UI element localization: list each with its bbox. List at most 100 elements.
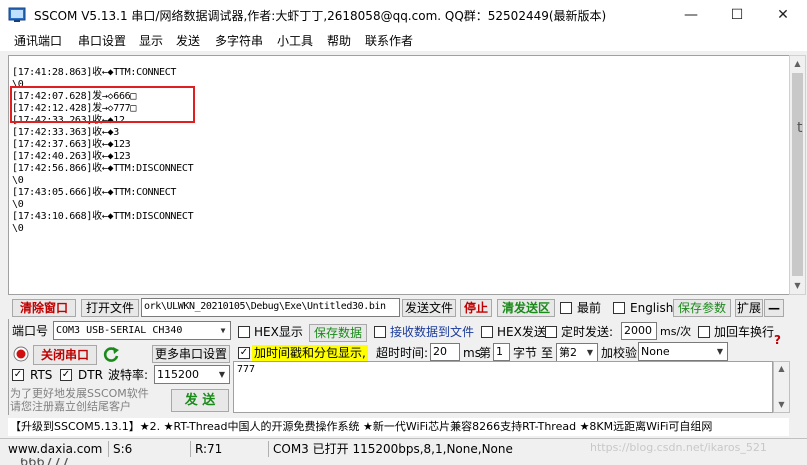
timed-send-checkbox[interactable] [545,326,557,338]
clear-send-area-button[interactable]: 清发送区 [497,299,555,317]
byte-index-input[interactable]: 1 [493,343,510,361]
hex-send-label: HEX发送 [497,325,546,339]
hex-send-checkbox[interactable] [481,326,493,338]
menu-port-settings[interactable]: 串口设置 [78,32,126,49]
menu-comm-port[interactable]: 通讯端口 [14,32,62,49]
dtr-label: DTR [78,368,103,382]
minimize-button[interactable]: — [668,0,714,30]
chevron-down-icon: ▼ [216,322,230,339]
menu-multi-string[interactable]: 多字符串 [215,32,263,49]
port-select[interactable]: COM3 USB-SERIAL CH340 ▼ [53,321,231,340]
receive-line: \0 [12,199,24,210]
menu-tools[interactable]: 小工具 [277,32,313,49]
send-text-value: 777 [237,364,256,375]
promo-line-2: 请您注册嘉立创结尾客户 [10,400,131,413]
menu-bar: 通讯端口 串口设置 显示 发送 多字符串 小工具 帮助 联系作者 [0,30,807,51]
english-checkbox[interactable] [613,302,625,314]
port-label: 端口号 [12,324,49,338]
rts-label: RTS [30,368,53,382]
stop-button[interactable]: 停止 [460,299,492,317]
to-byte-select[interactable]: 第2 ▼ [556,343,598,362]
save-params-button[interactable]: 保存参数 [673,299,731,317]
receive-line: [17:43:10.668]收←◆TTM:DISCONNECT [12,211,194,222]
rts-checkbox[interactable]: ✓ [12,369,24,381]
scroll-down-icon[interactable]: ▼ [774,398,789,412]
scroll-up-icon[interactable]: ▲ [774,362,789,376]
menu-help[interactable]: 帮助 [327,32,351,49]
promo-line-1: 为了更好地发展SSCOM软件 [10,387,149,400]
send-text-input[interactable]: 777 [233,361,773,413]
baud-rate-value: 115200 [157,368,199,381]
byte-nth-label: 第 [479,346,492,360]
open-file-button[interactable]: 打开文件 [81,299,139,317]
timed-unit-label: ms/次 [660,325,692,338]
timeout-input[interactable]: 20 [430,343,460,361]
to-label: 至 [541,346,554,360]
menu-send[interactable]: 发送 [176,32,200,49]
website-link[interactable]: www.daxia.com [8,441,102,457]
add-crlf-label: 加回车换行 [714,325,775,339]
port-select-value: COM3 USB-SERIAL CH340 [56,325,183,336]
recv-to-file-checkbox[interactable] [374,326,386,338]
topmost-checkbox[interactable] [560,302,572,314]
more-port-settings-button[interactable]: 更多串口设置 [152,345,230,363]
receive-line: [17:42:37.663]收←◆123 [12,139,131,150]
collapse-button[interactable]: — [764,299,784,317]
panel-border [8,319,9,415]
sscom-window: SSCOM V5.13.1 串口/网络数据调试器,作者:大虾丁丁,2618058… [0,0,807,465]
close-port-button[interactable]: 关闭串口 [33,345,97,365]
receive-line: [17:41:28.863]收←◆TTM:CONNECT [12,67,177,78]
port-status-text: COM3 已打开 115200bps,8,1,None,None [268,441,513,457]
receive-line: [17:42:33.363]收←◆3 [12,127,119,138]
timed-send-label: 定时发送: [561,325,614,339]
receive-scrollbar[interactable]: ▲ ▼ [789,55,806,295]
clear-window-button[interactable]: 清除窗口 [12,299,76,317]
menu-contact-author[interactable]: 联系作者 [365,32,413,49]
annotation-highlight-box [10,86,195,123]
send-button[interactable]: 发 送 [171,389,229,412]
byte-label: 字节 [513,346,538,360]
timestamp-label: 加时间戳和分包显示, [252,345,368,361]
receive-line: \0 [12,223,24,234]
baud-label: 波特率: [108,368,149,382]
refresh-icon[interactable] [103,346,120,363]
watermark: https://blog.csdn.net/ikaros_521 [590,441,767,454]
chevron-down-icon: ▼ [583,344,597,361]
scroll-thumb[interactable] [792,73,803,276]
dtr-checkbox[interactable]: ✓ [60,369,72,381]
promo-banner[interactable]: 【升级到SSCOM5.13.1】★2. ★RT-Thread中国人的开源免费操作… [8,418,789,436]
chevron-down-icon: ▼ [713,343,727,360]
chevron-down-icon: ▼ [215,366,229,383]
scroll-down-icon[interactable]: ▼ [790,278,805,293]
to-byte-value: 第2 [559,346,577,359]
maximize-button[interactable]: ☐ [714,0,760,30]
recv-to-file-label: 接收数据到文件 [390,325,475,339]
file-path-input[interactable]: ork\ULWKN_20210105\Debug\Exe\Untitled30.… [141,298,400,317]
receive-line: [17:42:40.263]收←◆123 [12,151,131,162]
baud-rate-select[interactable]: 115200 ▼ [154,365,230,384]
expand-button[interactable]: 扩展 [735,299,763,317]
timeout-label: 超时时间: [376,346,429,360]
checksum-select[interactable]: None ▼ [638,342,728,361]
receive-line: \0 [12,175,24,186]
receive-line: [17:42:56.866]收←◆TTM:DISCONNECT [12,163,194,174]
help-icon[interactable]: ? [774,332,781,348]
received-count: R:71 [190,441,268,457]
timed-interval-input[interactable]: 2000 [621,322,657,340]
add-crlf-checkbox[interactable] [698,326,710,338]
english-label: English [630,301,674,315]
send-file-button[interactable]: 发送文件 [402,299,456,317]
hex-display-checkbox[interactable] [238,326,250,338]
send-scrollbar[interactable]: ▲ ▼ [773,361,790,413]
scroll-up-icon[interactable]: ▲ [790,56,805,71]
receive-line: [17:43:05.666]收←◆TTM:CONNECT [12,187,177,198]
close-button[interactable]: ✕ [760,0,806,30]
timestamp-checkbox[interactable]: ✓ [238,347,250,359]
hex-display-label: HEX显示 [254,325,303,339]
sent-count: S:6 [108,441,190,457]
app-icon [8,7,26,22]
menu-display[interactable]: 显示 [139,32,163,49]
window-title: SSCOM V5.13.1 串口/网络数据调试器,作者:大虾丁丁,2618058… [34,9,607,23]
save-data-button[interactable]: 保存数据 [309,324,367,342]
title-bar[interactable]: SSCOM V5.13.1 串口/网络数据调试器,作者:大虾丁丁,2618058… [0,0,807,30]
